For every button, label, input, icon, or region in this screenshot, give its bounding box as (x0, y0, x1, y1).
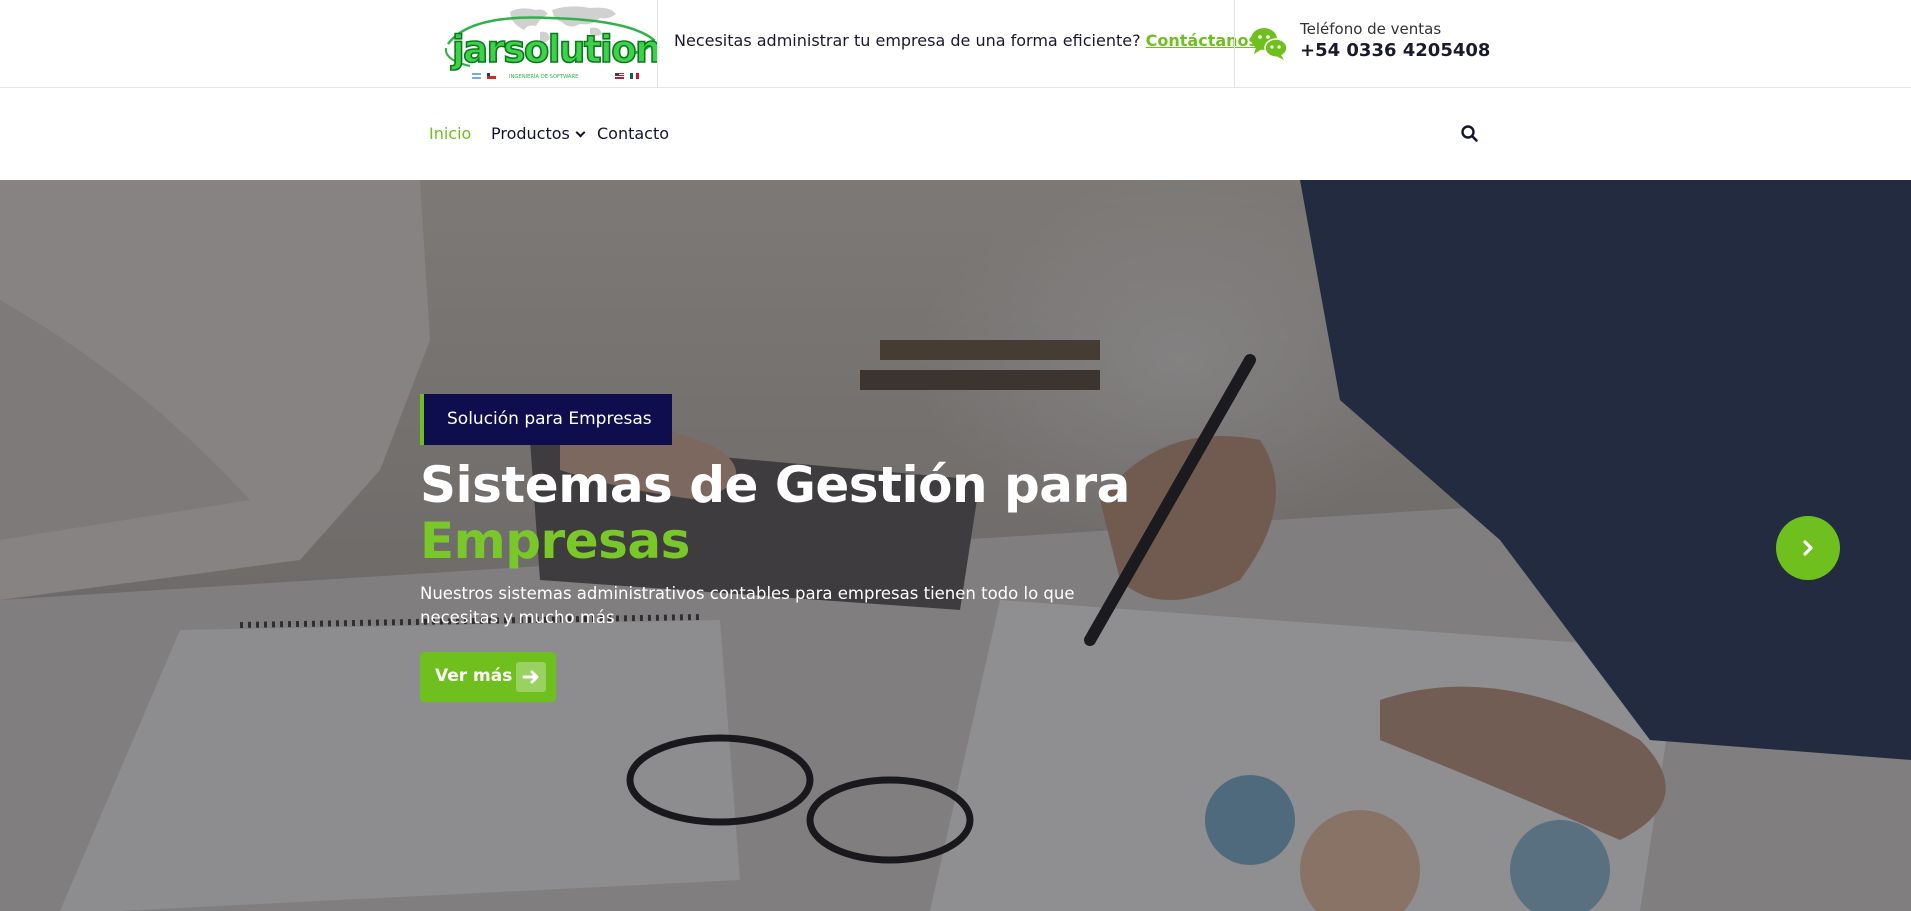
arrow-right-icon (516, 662, 546, 692)
divider (1234, 0, 1235, 88)
hero-overlay (0, 180, 1911, 911)
hero-subtitle: Nuestros sistemas administrativos contab… (420, 584, 1075, 627)
chevron-right-icon (1803, 540, 1813, 556)
chevron-down-icon (575, 127, 586, 138)
ver-mas-label: Ver más (435, 666, 513, 686)
svg-text:INGENIERÍA DE SOFTWARE: INGENIERÍA DE SOFTWARE (509, 73, 578, 80)
company-logo[interactable]: jarsolutions INGENIERÍA DE SOFTWARE (440, 4, 658, 84)
hero-title: Sistemas de Gestión para (420, 456, 1130, 514)
top-bar: jarsolutions INGENIERÍA DE SOFTWARE Nece… (0, 0, 1911, 88)
nav-item-productos[interactable]: Productos (491, 124, 586, 143)
contact-link[interactable]: Contáctanos (1146, 31, 1258, 50)
hero-badge: Solución para Empresas (420, 394, 672, 445)
phone-number[interactable]: +54 0336 4205408 (1300, 40, 1490, 61)
divider (657, 0, 658, 88)
main-navigation: Inicio Productos Contacto (0, 88, 1911, 180)
logo-graphic: jarsolutions INGENIERÍA DE SOFTWARE (444, 6, 658, 80)
search-icon[interactable] (1460, 124, 1480, 144)
promo-message: Necesitas administrar tu empresa de una … (674, 31, 1258, 50)
ver-mas-button[interactable]: Ver más (420, 652, 556, 702)
nav-item-contacto[interactable]: Contacto (597, 124, 669, 143)
svg-text:jarsolutions: jarsolutions (450, 28, 658, 71)
phone-label: Teléfono de ventas (1300, 20, 1442, 38)
wechat-icon (1250, 26, 1288, 60)
nav-item-inicio[interactable]: Inicio (429, 124, 471, 143)
nav-item-label: Productos (491, 124, 570, 143)
hero-slider: Solución para Empresas Sistemas de Gesti… (0, 180, 1911, 911)
hero-title-highlight: Empresas (420, 512, 690, 570)
slider-next-button[interactable] (1776, 516, 1840, 580)
promo-text: Necesitas administrar tu empresa de una … (674, 31, 1141, 50)
